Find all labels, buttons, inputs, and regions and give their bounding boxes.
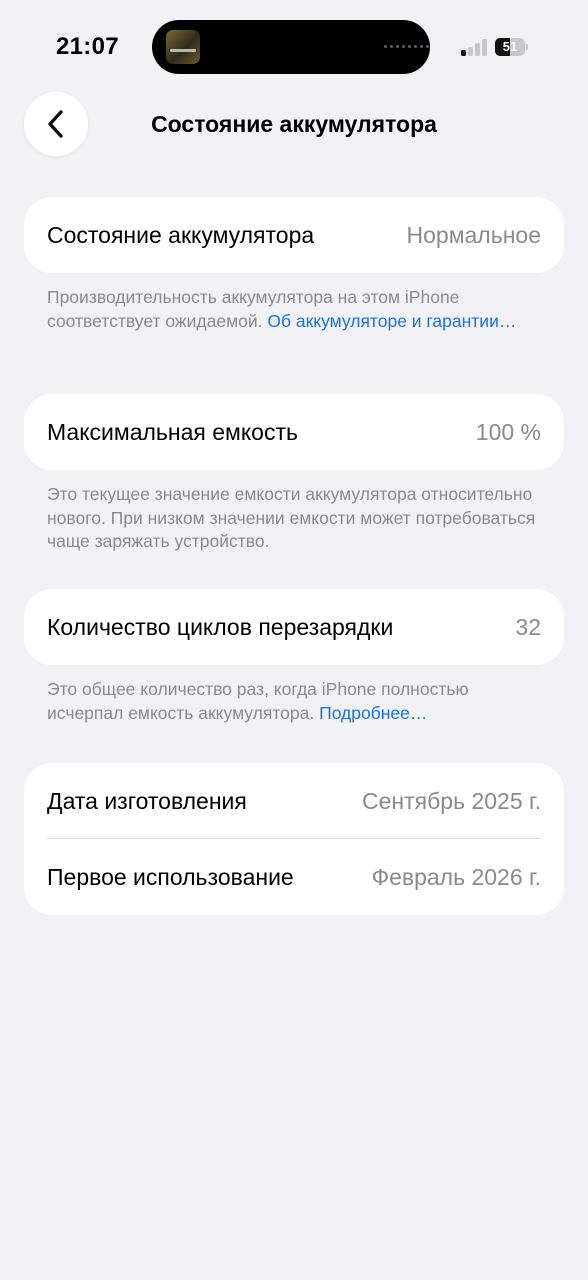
audio-waveform-icon [384, 45, 429, 48]
max-capacity-label: Максимальная емкость [47, 418, 298, 445]
first-use-value: Февраль 2026 г. [371, 863, 541, 890]
battery-icon: 51 [495, 38, 529, 56]
cellular-signal-icon [461, 39, 488, 56]
signal-bar [475, 43, 480, 56]
signal-bar [461, 50, 466, 56]
battery-health-card: Состояние аккумулятора Нормальное [24, 197, 564, 273]
battery-health-footnote: Производительность аккумулятора на этом … [47, 286, 547, 333]
dynamic-island[interactable] [152, 20, 430, 74]
max-capacity-footnote: Это текущее значение емкости аккумулятор… [47, 483, 547, 554]
battery-dates-card: Дата изготовления Сентябрь 2025 г. Перво… [24, 763, 564, 915]
manufacture-date-label: Дата изготовления [47, 787, 247, 814]
status-bar: 21:07 51 [0, 0, 588, 90]
max-capacity-value: 100 % [475, 418, 541, 445]
signal-bar [482, 39, 487, 56]
first-use-row: Первое использование Февраль 2026 г. [24, 839, 564, 915]
cycle-count-label: Количество циклов перезарядки [47, 613, 394, 640]
cycle-count-card: Количество циклов перезарядки 32 [24, 589, 564, 665]
battery-health-label: Состояние аккумулятора [47, 221, 315, 248]
cycle-count-more-link[interactable]: Подробнее… [319, 703, 427, 723]
cycle-count-value: 32 [515, 613, 541, 640]
max-capacity-row: Максимальная емкость 100 % [24, 394, 564, 470]
max-capacity-footnote-text: Это текущее значение емкости аккумулятор… [47, 484, 536, 551]
battery-level-text: 51 [502, 39, 518, 54]
chevron-left-icon [48, 110, 63, 138]
max-capacity-card: Максимальная емкость 100 % [24, 394, 564, 470]
back-button[interactable] [24, 92, 88, 156]
signal-bar [468, 47, 473, 56]
first-use-label: Первое использование [47, 863, 294, 890]
cycle-count-row: Количество циклов перезарядки 32 [24, 589, 564, 665]
battery-health-value: Нормальное [406, 221, 542, 248]
manufacture-date-value: Сентябрь 2025 г. [362, 787, 541, 814]
now-playing-artwork [166, 30, 200, 64]
battery-warranty-link[interactable]: Об аккумуляторе и гарантии… [267, 311, 516, 331]
status-time: 21:07 [56, 33, 119, 60]
battery-health-row: Состояние аккумулятора Нормальное [24, 197, 564, 273]
cycle-count-footnote: Это общее количество раз, когда iPhone п… [47, 678, 547, 725]
page-title: Состояние аккумулятора [151, 111, 437, 137]
manufacture-date-row: Дата изготовления Сентябрь 2025 г. [24, 763, 564, 839]
